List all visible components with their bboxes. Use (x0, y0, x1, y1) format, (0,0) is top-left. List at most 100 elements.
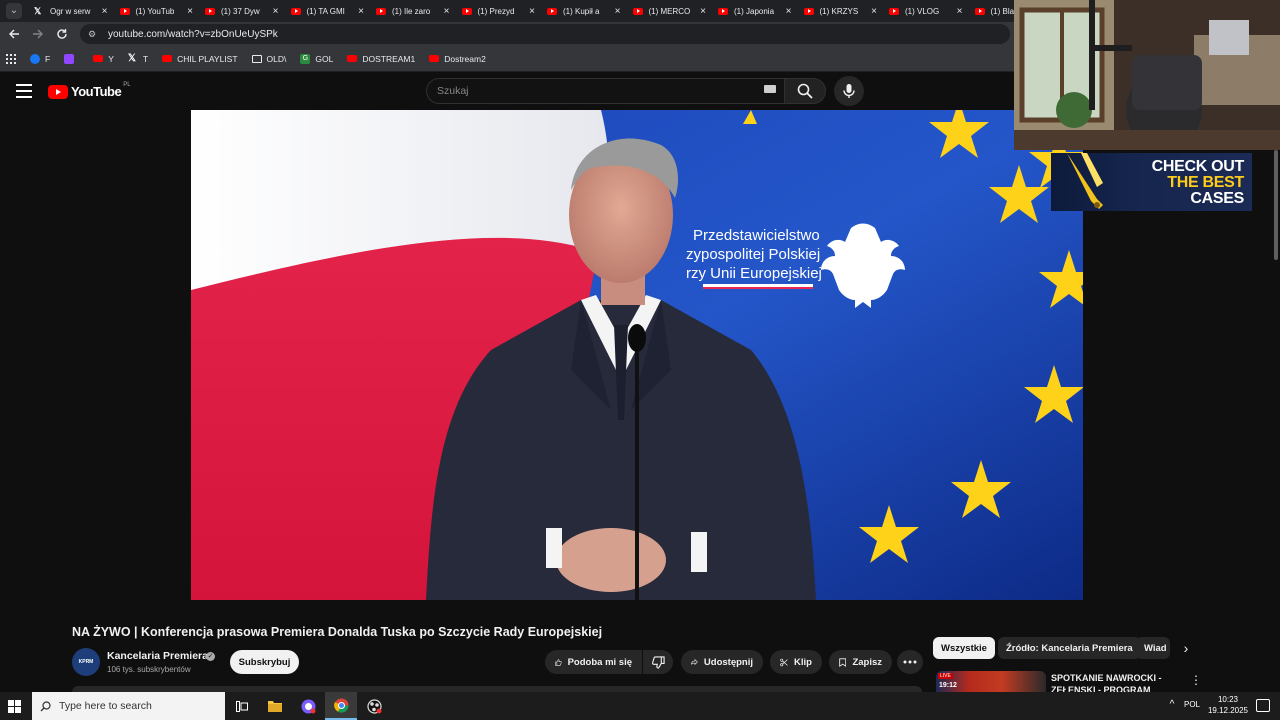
reload-button[interactable] (50, 22, 74, 46)
browser-tab[interactable]: (1) Prezyd × (456, 0, 542, 22)
live-badge: LIVE (938, 673, 953, 679)
bookmark-label: T (142, 53, 149, 64)
close-tab-icon[interactable]: × (615, 6, 621, 17)
chrome-button[interactable] (325, 692, 357, 720)
video-frame: Przedstawicielstwo zypospolitej Polskiej… (191, 110, 1083, 600)
video-title: NA ŻYWO | Konferencja prasowa Premiera D… (72, 625, 603, 639)
voice-search-button[interactable] (834, 76, 864, 106)
share-button[interactable]: Udostępnij (681, 650, 763, 674)
clock-date: 19.12.2025 (1207, 706, 1249, 715)
youtube-icon (803, 7, 814, 15)
bookmark-item[interactable]: G GOL (300, 53, 334, 64)
tab-search-button[interactable]: ⌄ (0, 0, 28, 22)
page-scrollbar[interactable] (1274, 150, 1278, 260)
ad-banner[interactable]: CHECK OUT THE BEST CASES (1051, 153, 1252, 211)
clip-button[interactable]: Klip (770, 650, 822, 674)
tray-chevron-up-icon[interactable]: ^ (1166, 699, 1178, 711)
close-tab-icon[interactable]: × (187, 6, 193, 17)
bookmark-label: GOL (315, 53, 334, 64)
site-info-icon[interactable]: ⚙ (88, 28, 100, 40)
related-video-thumbnail[interactable]: LIVE 19:12 (936, 671, 1046, 692)
forward-button[interactable] (26, 22, 50, 46)
taskbar-clock[interactable]: 10:23 19.12.2025 (1206, 694, 1250, 716)
browser-tab[interactable]: (1) Ile zaro × (370, 0, 456, 22)
close-tab-icon[interactable]: × (444, 6, 450, 17)
bookmark-item[interactable]: Y (93, 54, 114, 64)
like-label: Podoba mi się (567, 656, 632, 668)
thumbs-down-icon (651, 655, 665, 669)
bookmark-item[interactable]: OLD\ (251, 54, 286, 64)
bookmark-item[interactable]: DOSTREAM1 (347, 54, 415, 64)
youtube-masthead: YouTube PL Szukaj (0, 72, 1014, 110)
search-input[interactable]: Szukaj (426, 78, 784, 104)
menu-icon[interactable] (16, 84, 32, 98)
folder-icon (251, 54, 262, 63)
close-tab-icon[interactable]: × (102, 6, 108, 17)
close-tab-icon[interactable]: × (700, 6, 706, 17)
youtube-icon (290, 7, 301, 15)
youtube-icon (889, 7, 899, 15)
like-button[interactable]: Podoba mi się (545, 650, 642, 674)
browser-tab[interactable]: (1) Japonia × (712, 0, 798, 22)
channel-name[interactable]: Kancelaria Premiera (107, 650, 208, 662)
apps-grid-icon[interactable] (6, 53, 16, 64)
close-tab-icon[interactable]: × (358, 6, 364, 17)
youtube-logo[interactable]: YouTube PL (48, 82, 131, 99)
chip-all[interactable]: Wszystkie (933, 637, 995, 659)
youtube-icon (461, 7, 472, 15)
dislike-button[interactable] (643, 650, 673, 674)
address-bar[interactable]: ⚙ youtube.com/watch?v=zbOnUeUySPk (80, 24, 1010, 44)
back-button[interactable] (2, 22, 26, 46)
chip-source[interactable]: Źródło: Kancelaria Premiera (998, 637, 1141, 659)
messenger-button[interactable] (292, 692, 324, 720)
file-explorer-button[interactable] (259, 692, 291, 720)
browser-tab[interactable]: (1) MERCO × (627, 0, 713, 22)
browser-tab[interactable]: (1) YouTub × (114, 0, 200, 22)
close-tab-icon[interactable]: × (273, 6, 279, 17)
svg-text:rzy Unii Europejskiej: rzy Unii Europejskiej (686, 265, 822, 282)
more-vertical-icon[interactable]: ⋮ (1190, 672, 1202, 688)
close-tab-icon[interactable]: × (871, 6, 877, 17)
browser-tab[interactable]: 𝕏 Ogr w serw × (28, 0, 114, 22)
more-actions-button[interactable] (897, 650, 923, 674)
close-tab-icon[interactable]: × (529, 6, 535, 17)
browser-tab[interactable]: (1) VLOG × (883, 0, 969, 22)
subscribe-button[interactable]: Subskrybuj (230, 650, 299, 674)
related-video-title[interactable]: SPOTKANIE NAWROCKI - ZEŁENSKI - PROGRAM (1051, 672, 1181, 692)
chevron-right-icon[interactable]: › (1176, 638, 1196, 658)
taskbar-search-placeholder: Type here to search (59, 700, 152, 712)
save-button[interactable]: Zapisz (829, 650, 892, 674)
channel-avatar[interactable]: KPRM (72, 648, 100, 676)
video-player[interactable]: Przedstawicielstwo zypospolitej Polskiej… (191, 110, 1083, 600)
subscriber-count: 106 tys. subskrybentów (107, 665, 191, 674)
bookmark-item[interactable]: CHIL PLAYLIST (162, 54, 238, 64)
browser-tab[interactable]: (1) KRZYS × (798, 0, 884, 22)
search-button[interactable] (784, 78, 826, 104)
windows-start-icon[interactable] (8, 700, 21, 713)
browser-tab[interactable]: (1) Kupił a × (541, 0, 627, 22)
bookmark-item[interactable] (64, 53, 79, 64)
bookmark-item[interactable]: F (30, 53, 50, 64)
obs-button[interactable] (358, 692, 390, 720)
youtube-icon (119, 7, 130, 15)
close-tab-icon[interactable]: × (786, 6, 792, 17)
chip-news[interactable]: Wiad (1136, 637, 1170, 659)
taskbar-search-input[interactable]: Type here to search (32, 692, 225, 720)
reload-icon (57, 29, 67, 39)
clock-time: 10:23 (1217, 695, 1239, 704)
browser-tab[interactable]: (1) TA GMI × (285, 0, 371, 22)
bookmark-label: Dostream2 (444, 53, 486, 64)
task-view-button[interactable] (226, 692, 258, 720)
verified-badge-icon: ✓ (206, 652, 215, 661)
browser-tab[interactable]: (1) 37 Dyw × (199, 0, 285, 22)
notification-icon[interactable] (1256, 699, 1270, 712)
bookmark-item[interactable]: Dostream2 (429, 54, 486, 64)
chevron-down-icon: ⌄ (6, 3, 22, 19)
youtube-icon (205, 7, 215, 15)
keyboard-icon[interactable] (764, 85, 776, 93)
close-tab-icon[interactable]: × (957, 6, 963, 17)
bookmark-item[interactable]: 𝕏T (128, 53, 149, 64)
tab-title: (1) VLOG (905, 6, 940, 16)
input-language[interactable]: POL (1184, 700, 1200, 709)
thumbs-up-icon (555, 658, 562, 666)
